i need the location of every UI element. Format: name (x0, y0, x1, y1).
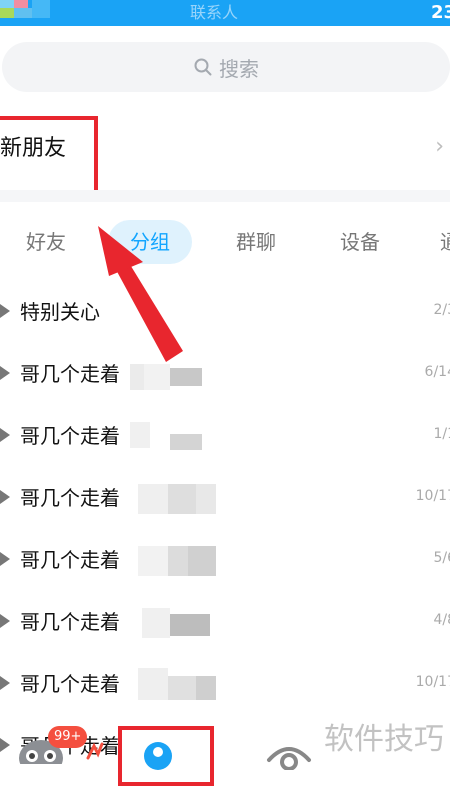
tab-groups[interactable]: 分组 (108, 220, 192, 264)
discover-icon[interactable] (266, 736, 312, 770)
search-bar[interactable]: 搜索 (2, 42, 450, 92)
tab-contacts[interactable]: 通 (440, 220, 450, 264)
group-count: 6/14 (424, 364, 450, 380)
search-placeholder: 搜索 (219, 56, 259, 81)
group-name: 哥几个走着 (20, 548, 120, 572)
expand-triangle-icon (0, 552, 10, 566)
section-divider (0, 190, 450, 202)
pixelated-blur (130, 480, 220, 514)
group-name: 特别关心 (20, 300, 100, 324)
bottom-navigation: 99+ (0, 722, 450, 786)
expand-triangle-icon (0, 490, 10, 504)
group-count: 2/3 (433, 302, 450, 318)
pixelated-blur (130, 418, 220, 452)
expand-triangle-icon (0, 428, 10, 442)
status-bar: 联系人 23 (0, 0, 450, 26)
sparkle-icon (86, 742, 104, 760)
status-bar-pixelated-avatar (0, 0, 60, 26)
group-name: 哥几个走着 (20, 486, 120, 510)
unread-badge: 99+ (48, 726, 88, 748)
search-icon (194, 58, 212, 76)
group-name: 哥几个走着 (20, 362, 120, 386)
tab-devices[interactable]: 设备 (340, 220, 380, 264)
group-row[interactable]: 哥几个走着 10/17 (0, 468, 450, 528)
group-name: 哥几个走着 (20, 424, 120, 448)
expand-triangle-icon (0, 304, 10, 318)
tab-group-chats[interactable]: 群聊 (236, 220, 276, 264)
pixelated-blur (130, 356, 220, 390)
highlight-box-new-friends (0, 116, 98, 194)
group-row[interactable]: 哥几个走着 4/8 (0, 592, 450, 652)
group-row[interactable]: 哥几个走着 1/1 (0, 406, 450, 466)
highlight-box-contacts (118, 726, 214, 786)
group-count: 10/17 (415, 674, 450, 690)
new-friends-row[interactable]: 新朋友 › (0, 112, 450, 194)
group-row[interactable]: 哥几个走着 5/6 (0, 530, 450, 590)
group-count: 10/17 (415, 488, 450, 504)
group-count: 1/1 (433, 426, 450, 442)
status-bar-title: 联系人 (190, 3, 239, 22)
group-name: 哥几个走着 (20, 610, 120, 634)
tab-friends[interactable]: 好友 (26, 220, 66, 264)
group-row[interactable]: 特别关心 2/3 (0, 282, 450, 342)
pixelated-blur (130, 666, 220, 700)
contact-tabs: 好友 分组 群聊 设备 通 (0, 214, 450, 268)
expand-triangle-icon (0, 614, 10, 628)
group-row[interactable]: 哥几个走着 10/17 (0, 654, 450, 714)
group-count: 4/8 (433, 612, 450, 628)
group-row[interactable]: 哥几个走着 6/14 (0, 344, 450, 404)
expand-triangle-icon (0, 676, 10, 690)
status-bar-time: 23 (430, 2, 450, 23)
expand-triangle-icon (0, 366, 10, 380)
group-count: 5/6 (433, 550, 450, 566)
pixelated-blur (130, 604, 220, 638)
group-name: 哥几个走着 (20, 672, 120, 696)
chevron-right-icon: › (435, 134, 444, 159)
pixelated-blur (130, 542, 220, 576)
